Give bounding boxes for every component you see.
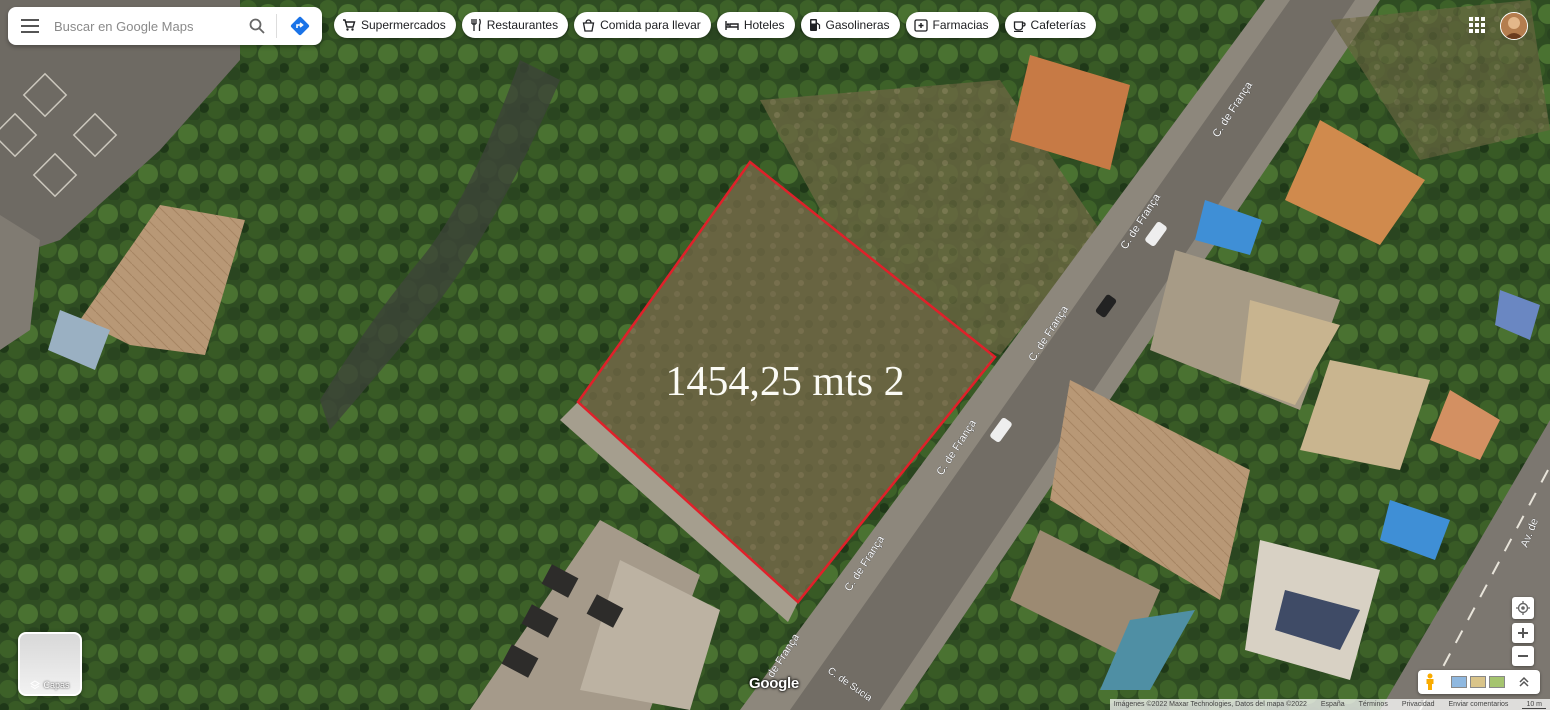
chip-label: Restaurantes [486, 18, 559, 32]
chip-label: Comida para llevar [600, 18, 701, 32]
country-link[interactable]: España [1321, 701, 1345, 708]
chip-label: Farmacias [932, 18, 989, 32]
chip-farmacias[interactable]: Farmacias [905, 12, 999, 38]
divider [276, 14, 277, 38]
my-location-icon [1516, 601, 1530, 615]
imagery-thumbnail[interactable] [1451, 676, 1467, 688]
pharmacy-icon [913, 18, 928, 32]
my-location-button[interactable] [1512, 597, 1534, 619]
chip-cafeterias[interactable]: Cafeterías [1004, 12, 1096, 38]
zoom-out-button[interactable] [1512, 646, 1534, 666]
feedback-link[interactable]: Enviar comentarios [1449, 701, 1509, 708]
pegman-icon[interactable] [1424, 673, 1436, 691]
layers-label: Capas [43, 680, 70, 690]
user-photo [1501, 13, 1527, 39]
search-box [8, 7, 322, 45]
privacy-link[interactable]: Privacidad [1402, 701, 1435, 708]
chip-label: Hoteles [743, 18, 785, 32]
cart-icon [343, 19, 356, 31]
directions-button[interactable] [285, 7, 315, 45]
chip-hoteles[interactable]: Hoteles [716, 12, 795, 38]
gas-pump-icon [809, 19, 820, 31]
coffee-icon [1013, 20, 1026, 32]
chip-label: Cafeterías [1030, 18, 1086, 32]
expand-icon[interactable] [1518, 676, 1530, 688]
chip-restaurantes[interactable]: Restaurantes [461, 12, 569, 38]
avatar[interactable] [1500, 12, 1528, 40]
bed-icon [725, 21, 739, 30]
layers-icon [30, 680, 41, 690]
street-view-bar [1418, 670, 1540, 694]
terms-link[interactable]: Términos [1359, 701, 1388, 708]
search-input[interactable] [52, 17, 236, 35]
chip-label: Supermercados [361, 18, 446, 32]
directions-icon [290, 16, 310, 36]
minus-icon [1518, 655, 1528, 657]
imagery-thumbnail[interactable] [1470, 676, 1486, 688]
fork-knife-icon [471, 18, 481, 31]
chip-label: Gasolineras [825, 18, 890, 32]
plus-icon [1518, 628, 1528, 638]
chip-supermercados[interactable]: Supermercados [334, 12, 456, 38]
apps-grid-icon[interactable] [1468, 16, 1486, 34]
layers-button[interactable]: Capas [18, 632, 82, 696]
menu-button[interactable] [8, 7, 52, 45]
category-chips: Supermercados Restaurantes Comida para l… [334, 12, 1096, 38]
hamburger-icon [21, 19, 39, 33]
chip-gasolineras[interactable]: Gasolineras [800, 12, 900, 38]
satellite-map[interactable]: 1454,25 mts 2 C. de França C. de França … [0, 0, 1550, 710]
area-label: 1454,25 mts 2 [665, 359, 904, 405]
search-button[interactable] [242, 7, 272, 45]
imagery-thumbnail[interactable] [1489, 676, 1505, 688]
google-logo: Google [749, 675, 799, 692]
search-icon [249, 18, 265, 34]
layers-label-row: Capas [20, 680, 80, 690]
imagery-credit: Imágenes ©2022 Maxar Technologies, Datos… [1113, 701, 1307, 708]
zoom-in-button[interactable] [1512, 623, 1534, 643]
footer-bar: Imágenes ©2022 Maxar Technologies, Datos… [1109, 699, 1550, 710]
chip-comida-para-llevar[interactable]: Comida para llevar [574, 12, 711, 38]
takeout-icon [582, 18, 595, 32]
scale-label[interactable]: 10 m [1522, 701, 1546, 709]
